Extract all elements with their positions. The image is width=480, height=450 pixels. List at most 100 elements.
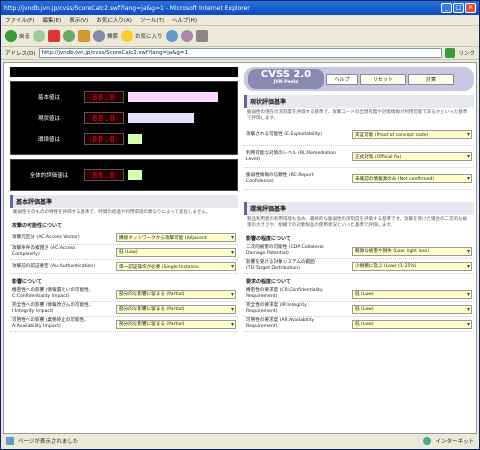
td-select[interactable]: 小規模に及ぶ (Low) (1-25%) [352, 261, 472, 271]
e-select[interactable]: 実証可能 (Proof of concept code) [352, 130, 472, 139]
close-button[interactable]: × [465, 3, 476, 13]
metric-row-ac: 攻撃条件の複雑さ (AC:Access Complexity) 低 (Low) [10, 245, 238, 260]
toolbar: 戻る 検索 お気に入り [1, 26, 479, 47]
cvss-logo: CVSS 2.0 JVN Pedia [248, 69, 324, 89]
history-icon[interactable] [165, 30, 178, 42]
metric-label: 影響を受ける対象システムの範囲 (TD:Target Distribution) [246, 260, 315, 271]
right-column: CVSS 2.0 JVN Pedia ヘルプ リセット 計算 現状評価基準 脆弱性… [244, 67, 474, 332]
print-icon[interactable] [195, 30, 208, 42]
metric-label: 完全性の要求度 (IR:Integrity Requirement) [246, 303, 307, 314]
status-bar: ページが表示されました インターネット [2, 434, 478, 448]
browser-window: http://jvndb.jvn.jp/cvss/ScoreCalc2.swf?… [0, 0, 480, 450]
environmental-desc: 製品利用者の利用環境も含め、最終的な脆弱性の深刻度を評価する基準です。攻撃を受け… [247, 217, 468, 228]
environmental-title: 環境評価基準 [244, 202, 474, 215]
reset-button[interactable]: リセット [360, 73, 406, 85]
metric-row-rc: 脆弱性情報の信頼性 (RC:Report Confidence) 未確認の情報源の… [244, 168, 474, 190]
ir-select[interactable]: 低 (Low) [352, 304, 472, 314]
metric-label: 可用性の要求度 (AR:Availability Requirement) [246, 318, 315, 329]
menu-file[interactable]: ファイル(F) [5, 16, 34, 24]
score-digits: 88.8 [84, 169, 124, 181]
back-label: 戻る [19, 34, 31, 40]
base-metrics-title: 基本評価基準 [10, 195, 238, 208]
score-row-overall: 全体的評価値は 88.8 [14, 166, 234, 184]
av-select[interactable]: 隣接ネットワークから攻撃可能 (Adjacent [116, 233, 236, 242]
menu-bar: ファイル(F) 編集(E) 表示(V) お気に入り(A) ツール(T) ヘルプ(… [1, 15, 479, 26]
score-panel: 基本値は 88.8 現状値は 88.8 環境値は 88.8 [10, 81, 238, 155]
metric-label: 機密性への影響 (情報漏えいの可能性、C:Confidentiality Imp… [12, 288, 94, 299]
refresh-icon[interactable] [63, 30, 76, 42]
star-icon [121, 30, 134, 42]
metric-row-ar: 可用性の要求度 (AR:Availability Requirement) 低 (… [244, 317, 474, 332]
address-input[interactable]: http://jvndb.jvn.jp/cvss/ScoreCalc2.swf?… [38, 48, 443, 58]
metric-label: 可用性への影響 (業務停止の可能性、A:Availability Impact) [12, 318, 89, 329]
mail-icon[interactable] [180, 30, 193, 42]
base-metrics-desc: 脆弱性そのものの特性を評価する基準で、時間の経過や利用環境の異なりによって変化し… [13, 210, 211, 215]
metric-row-c: 機密性への影響 (情報漏えいの可能性、C:Confidentiality Imp… [10, 287, 238, 302]
rl-select[interactable]: 正式対策 (Official fix) [352, 152, 472, 161]
temporal-desc: 脆弱性の現在の深刻度を評価する基準で、攻撃コードの出現有無や対策情報が利用可能で… [247, 110, 468, 121]
cr-select[interactable]: 低 (Low) [352, 289, 472, 299]
title-bar: http://jvndb.jvn.jp/cvss/ScoreCalc2.swf?… [1, 1, 479, 15]
metric-row-e: 攻撃される可能性 (E:Exploitability) 実証可能 (Proof o… [244, 124, 474, 146]
score-row-base: 基本値は 88.8 [14, 88, 234, 106]
metric-row-td: 影響を受ける対象システムの範囲 (TD:Target Distribution)… [244, 259, 474, 274]
i-select[interactable]: 部分的な影響に留まる (Partial) [116, 304, 236, 314]
back-button[interactable]: 戻る [5, 30, 30, 42]
back-arrow-icon [5, 30, 17, 42]
score-bar [128, 92, 218, 102]
c-select[interactable]: 部分的な影響に留まる (Partial) [116, 289, 236, 299]
status-text: ページが表示されました [18, 439, 79, 445]
metric-row-cdp: 二次的被害の可能性 (CDP:Collateral Damage Potenti… [244, 244, 474, 259]
score-label: 全体的評価値は [29, 173, 69, 179]
ac-select[interactable]: 低 (Low) [116, 247, 236, 257]
ar-select[interactable]: 低 (Low) [352, 319, 472, 329]
score-digits: 88.8 [84, 91, 124, 103]
minimize-button[interactable]: _ [441, 3, 452, 13]
metric-row-a: 可用性への影響 (業務停止の可能性、A:Availability Impact)… [10, 317, 238, 332]
metric-row-i: 完全性への影響 (情報改ざんの可能性、I:Integrity Impact) 部分… [10, 302, 238, 317]
go-icon[interactable] [445, 48, 456, 58]
cvss-header: CVSS 2.0 JVN Pedia ヘルプ リセット 計算 [244, 67, 474, 91]
address-bar: アドレス(D) http://jvndb.jvn.jp/cvss/ScoreCa… [1, 47, 479, 60]
metric-label: 二次的被害の可能性 (CDP:Collateral Damage Potenti… [246, 245, 324, 256]
metric-row-cr: 機密性の要求度 (CR:Confidentiality Requirement)… [244, 287, 474, 302]
requirement-title: 要求の程度について [246, 279, 291, 285]
rc-select[interactable]: 未確認の情報源のみ (Not confirmed) [352, 174, 472, 183]
calculate-button[interactable]: 計算 [408, 73, 454, 85]
logo-text: CVSS 2.0 [260, 69, 312, 80]
metric-row-rl: 利用可能な対策のレベル (RL:Remediation Level) 正式対策 (… [244, 146, 474, 168]
metric-label: 脆弱性情報の信頼性 (RC:Report Confidence) [246, 172, 314, 184]
stop-icon[interactable] [48, 30, 61, 42]
page-content: 基本値は 88.8 現状値は 88.8 環境値は 88.8 全体的評価値は 88… [3, 62, 477, 434]
forward-arrow-icon[interactable] [33, 30, 46, 42]
metric-label: 完全性への影響 (情報改ざんの可能性、I:Integrity Impact) [12, 303, 94, 314]
cdp-select[interactable]: 軽微な被害や損失 (Low: light loss) [352, 246, 472, 256]
zone-text: インターネット [435, 439, 474, 445]
maximize-button[interactable]: □ [453, 3, 464, 13]
links-label[interactable]: リンク [458, 49, 475, 57]
help-button[interactable]: ヘルプ [326, 73, 358, 85]
menu-help[interactable]: ヘルプ(H) [172, 16, 197, 24]
metric-label: 攻撃される可能性 (E:Exploitability) [246, 131, 323, 137]
metric-row-au: 攻撃前の認証要否 (Au:Authentication) 単一認証操作が必要 (S… [10, 260, 238, 274]
au-select[interactable]: 単一認証操作が必要 (Single Instance [116, 262, 236, 271]
score-bar [128, 170, 142, 180]
menu-tools[interactable]: ツール(T) [140, 16, 164, 24]
score-label: 基本値は [37, 95, 60, 101]
menu-view[interactable]: 表示(V) [69, 16, 88, 24]
score-digits: 88.8 [84, 133, 124, 145]
menu-edit[interactable]: 編集(E) [42, 16, 61, 24]
home-icon[interactable] [78, 30, 91, 42]
search-button[interactable]: 検索 [93, 30, 118, 42]
metric-row-av: 攻撃元区分 (AC:Access Vector) 隣接ネットワークから攻撃可能 (… [10, 231, 238, 245]
header-strip [10, 67, 238, 77]
a-select[interactable]: 部分的な影響に留まる (Partial) [116, 319, 236, 329]
metric-row-ir: 完全性の要求度 (IR:Integrity Requirement) 低 (Low… [244, 302, 474, 317]
temporal-title: 現状評価基準 [244, 95, 474, 108]
menu-favorites[interactable]: お気に入り(A) [96, 16, 132, 24]
address-label: アドレス(D) [5, 51, 36, 57]
exploitability-title: 攻撃の可能性について [12, 223, 62, 229]
left-column: 基本値は 88.8 現状値は 88.8 環境値は 88.8 全体的評価値は 88… [10, 67, 238, 332]
metric-label: 攻撃条件の複雑さ (AC:Access Complexity) [12, 246, 76, 257]
favorites-button[interactable]: お気に入り [121, 30, 163, 42]
